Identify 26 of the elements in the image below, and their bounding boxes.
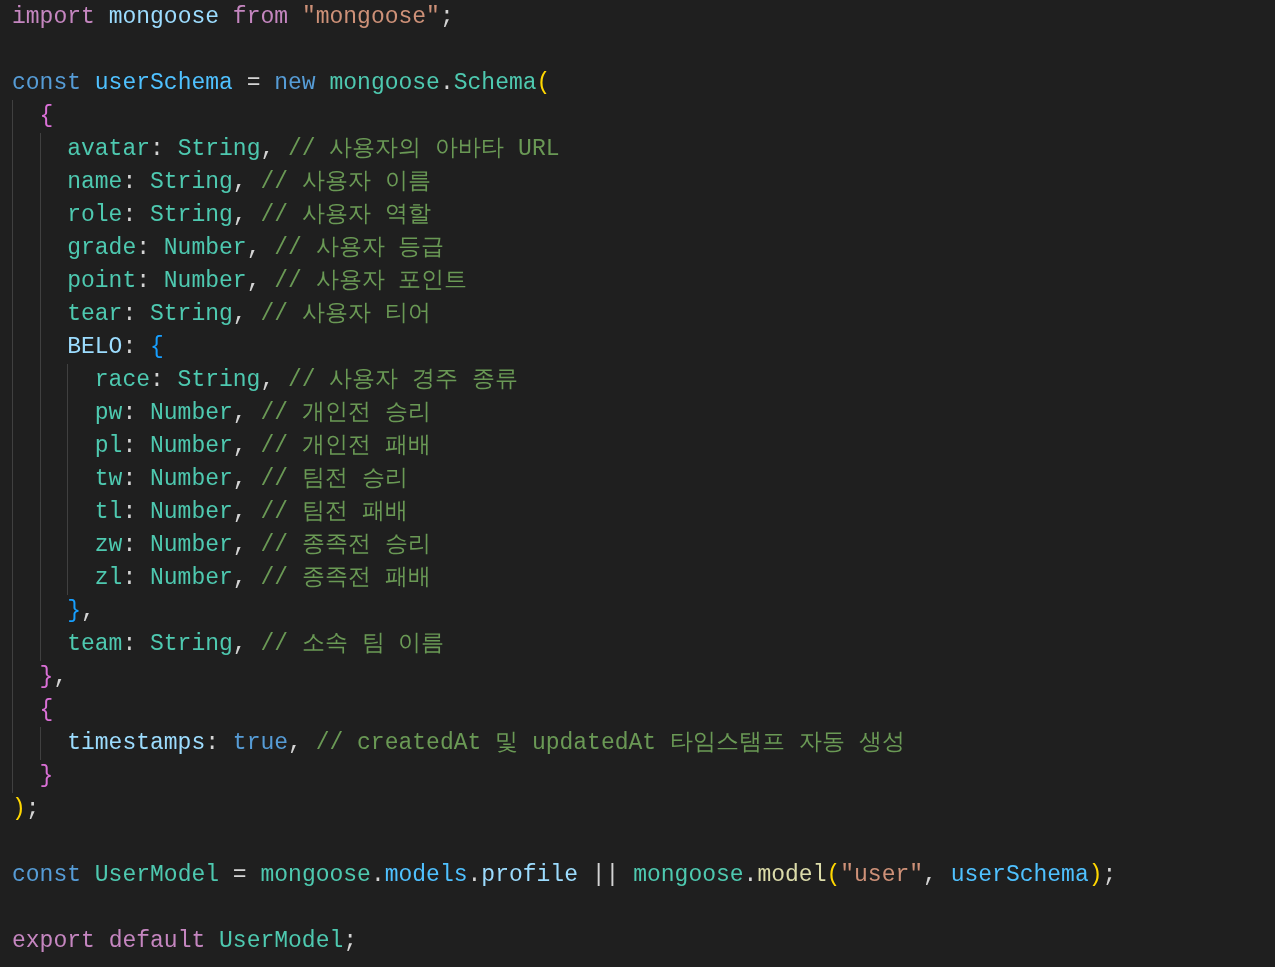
code-line: pl: Number, // 개인전 패배 <box>94 432 431 461</box>
code-line: export default UserModel; <box>12 927 358 956</box>
code-line: BELO: { <box>67 333 164 362</box>
code-line: const userSchema = new mongoose.Schema( <box>12 69 551 98</box>
code-line: zw: Number, // 종족전 승리 <box>94 531 431 560</box>
code-line: name: String, // 사용자 이름 <box>67 168 431 197</box>
code-line: }, <box>67 597 95 626</box>
code-line: avatar: String, // 사용자의 아바타 URL <box>67 135 560 164</box>
code-line: { <box>39 696 54 725</box>
code-line: point: Number, // 사용자 포인트 <box>67 267 468 296</box>
code-line: } <box>39 762 54 791</box>
code-line: const UserModel = mongoose.models.profile || mongoose.model("user", userSchema); <box>12 861 1117 890</box>
code-line: tw: Number, // 팀전 승리 <box>94 465 408 494</box>
code-line: race: String, // 사용자 경주 종류 <box>94 366 519 395</box>
code-line: zl: Number, // 종족전 패배 <box>94 564 431 593</box>
code-line: tear: String, // 사용자 티어 <box>67 300 431 329</box>
code-line: import mongoose from "mongoose"; <box>12 3 454 32</box>
code-line: { <box>39 102 54 131</box>
code-line: ); <box>12 795 40 824</box>
code-line: pw: Number, // 개인전 승리 <box>94 399 431 428</box>
code-line: timestamps: true, // createdAt 및 updatedAt 타임스탬프 자동 생성 <box>67 729 905 758</box>
code-line: tl: Number, // 팀전 패배 <box>94 498 408 527</box>
code-line: grade: Number, // 사용자 등급 <box>67 234 445 263</box>
code-line: }, <box>39 663 68 692</box>
code-line: role: String, // 사용자 역할 <box>67 201 431 230</box>
code-line: team: String, // 소속 팀 이름 <box>67 630 445 659</box>
